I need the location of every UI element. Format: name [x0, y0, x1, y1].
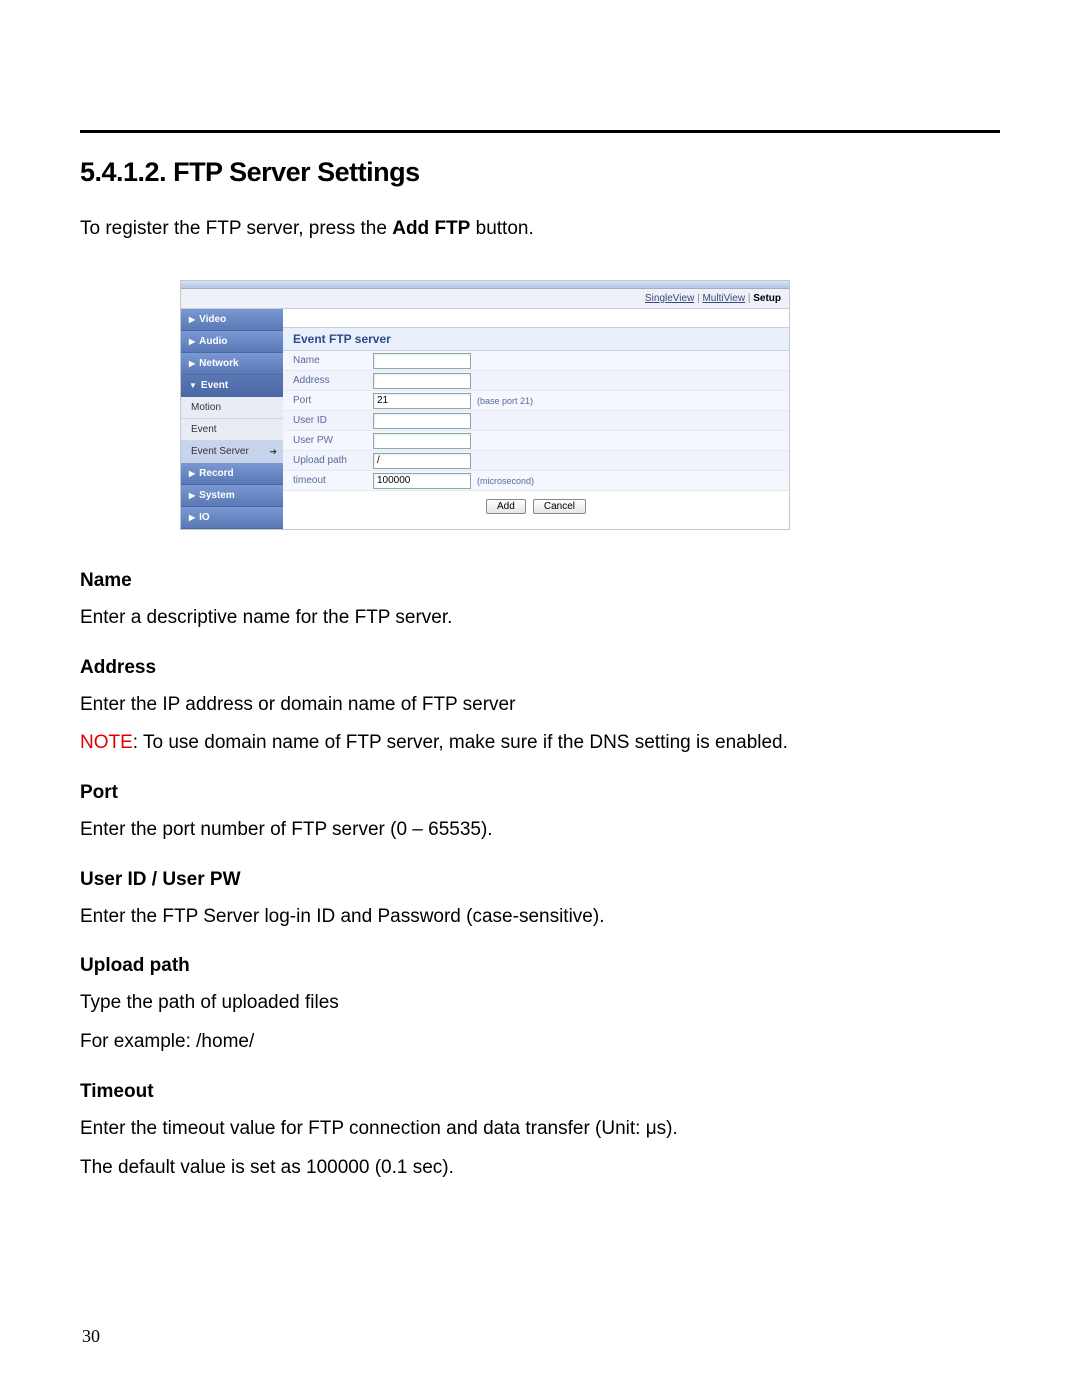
- triangle-right-icon: ▶: [189, 337, 195, 346]
- desc-user-text: Enter the FTP Server log-in ID and Passw…: [80, 905, 1000, 930]
- desc-upload-heading: Upload path: [80, 955, 1000, 977]
- sidebar-item-system[interactable]: ▶ System: [181, 485, 283, 507]
- embed-topbar: [181, 281, 789, 289]
- sidebar-item-record[interactable]: ▶ Record: [181, 463, 283, 485]
- section-heading: 5.4.1.2. FTP Server Settings: [80, 157, 1000, 188]
- sidebar-label-network: Network: [199, 358, 238, 369]
- intro-pre: To register the FTP server, press the: [80, 218, 392, 239]
- label-userpw: User PW: [283, 432, 373, 449]
- desc-timeout-text2: The default value is set as 100000 (0.1 …: [80, 1156, 1000, 1181]
- desc-port-heading: Port: [80, 782, 1000, 804]
- hint-port: (base port 21): [471, 396, 533, 406]
- sidebar-sub-label: Event Server: [191, 446, 249, 457]
- intro-text: To register the FTP server, press the Ad…: [80, 218, 1000, 240]
- row-timeout: timeout (microsecond): [283, 471, 789, 491]
- sidebar-item-event[interactable]: ▼ Event: [181, 375, 283, 397]
- input-userid[interactable]: [373, 413, 471, 429]
- top-rule: [80, 130, 1000, 133]
- intro-bold: Add FTP: [392, 218, 470, 239]
- sidebar-label-video: Video: [199, 314, 226, 325]
- label-timeout: timeout: [283, 472, 373, 489]
- sidebar-label-audio: Audio: [199, 336, 227, 347]
- sidebar-item-audio[interactable]: ▶ Audio: [181, 331, 283, 353]
- button-row: Add Cancel: [283, 491, 789, 526]
- sidebar-sub-event-server[interactable]: Event Server ➔: [181, 441, 283, 463]
- triangle-right-icon: ▶: [189, 359, 195, 368]
- triangle-right-icon: ▶: [189, 491, 195, 500]
- row-port: Port (base port 21): [283, 391, 789, 411]
- label-address: Address: [283, 372, 373, 389]
- content-pane: Event FTP server Name Address Port (base…: [283, 309, 789, 529]
- sidebar-label-system: System: [199, 490, 235, 501]
- label-userid: User ID: [283, 412, 373, 429]
- sidebar-item-video[interactable]: ▶ Video: [181, 309, 283, 331]
- triangle-right-icon: ▶: [189, 469, 195, 478]
- sidebar-label-record: Record: [199, 468, 233, 479]
- desc-address-note: NOTE: To use domain name of FTP server, …: [80, 731, 1000, 756]
- desc-address-text: Enter the IP address or domain name of F…: [80, 693, 1000, 718]
- desc-port-text: Enter the port number of FTP server (0 –…: [80, 818, 1000, 843]
- triangle-right-icon: ▶: [189, 513, 195, 522]
- sep2: |: [745, 293, 753, 304]
- link-multiview[interactable]: MultiView: [702, 293, 745, 304]
- note-red: NOTE: [80, 732, 133, 753]
- desc-upload-text1: Type the path of uploaded files: [80, 991, 1000, 1016]
- desc-name-heading: Name: [80, 570, 1000, 592]
- input-timeout[interactable]: [373, 473, 471, 489]
- sidebar-item-io[interactable]: ▶ IO: [181, 507, 283, 529]
- label-port: Port: [283, 392, 373, 409]
- input-upload[interactable]: [373, 453, 471, 469]
- sidebar-sub-motion[interactable]: Motion: [181, 397, 283, 419]
- embedded-screenshot: SingleView | MultiView | Setup ▶ Video ▶ A…: [180, 280, 790, 530]
- cancel-button[interactable]: Cancel: [533, 499, 586, 514]
- add-button[interactable]: Add: [486, 499, 526, 514]
- form-header: Event FTP server: [283, 327, 789, 351]
- link-setup[interactable]: Setup: [753, 293, 781, 304]
- row-upload: Upload path: [283, 451, 789, 471]
- row-userpw: User PW: [283, 431, 789, 451]
- top-links: SingleView | MultiView | Setup: [181, 289, 789, 309]
- input-address[interactable]: [373, 373, 471, 389]
- row-address: Address: [283, 371, 789, 391]
- arrow-right-icon: ➔: [269, 446, 277, 457]
- sidebar-sub-event[interactable]: Event: [181, 419, 283, 441]
- input-userpw[interactable]: [373, 433, 471, 449]
- hint-timeout: (microsecond): [471, 476, 534, 486]
- label-name: Name: [283, 352, 373, 369]
- sidebar-label-event: Event: [201, 380, 228, 391]
- label-upload: Upload path: [283, 452, 373, 469]
- sidebar-label-io: IO: [199, 512, 210, 523]
- row-userid: User ID: [283, 411, 789, 431]
- intro-post: button.: [470, 218, 533, 239]
- link-singleview[interactable]: SingleView: [645, 293, 694, 304]
- sidebar-item-network[interactable]: ▶ Network: [181, 353, 283, 375]
- note-rest: : To use domain name of FTP server, make…: [133, 732, 788, 753]
- row-name: Name: [283, 351, 789, 371]
- sidebar: ▶ Video ▶ Audio ▶ Network ▼ Event Motion Eve…: [181, 309, 283, 529]
- triangle-right-icon: ▶: [189, 315, 195, 324]
- desc-user-heading: User ID / User PW: [80, 869, 1000, 891]
- desc-timeout-text1: Enter the timeout value for FTP connecti…: [80, 1117, 1000, 1142]
- desc-timeout-heading: Timeout: [80, 1081, 1000, 1103]
- input-name[interactable]: [373, 353, 471, 369]
- input-port[interactable]: [373, 393, 471, 409]
- page-number: 30: [82, 1326, 100, 1347]
- desc-upload-text2: For example: /home/: [80, 1030, 1000, 1055]
- desc-name-text: Enter a descriptive name for the FTP ser…: [80, 606, 1000, 631]
- desc-address-heading: Address: [80, 657, 1000, 679]
- triangle-down-icon: ▼: [189, 381, 197, 390]
